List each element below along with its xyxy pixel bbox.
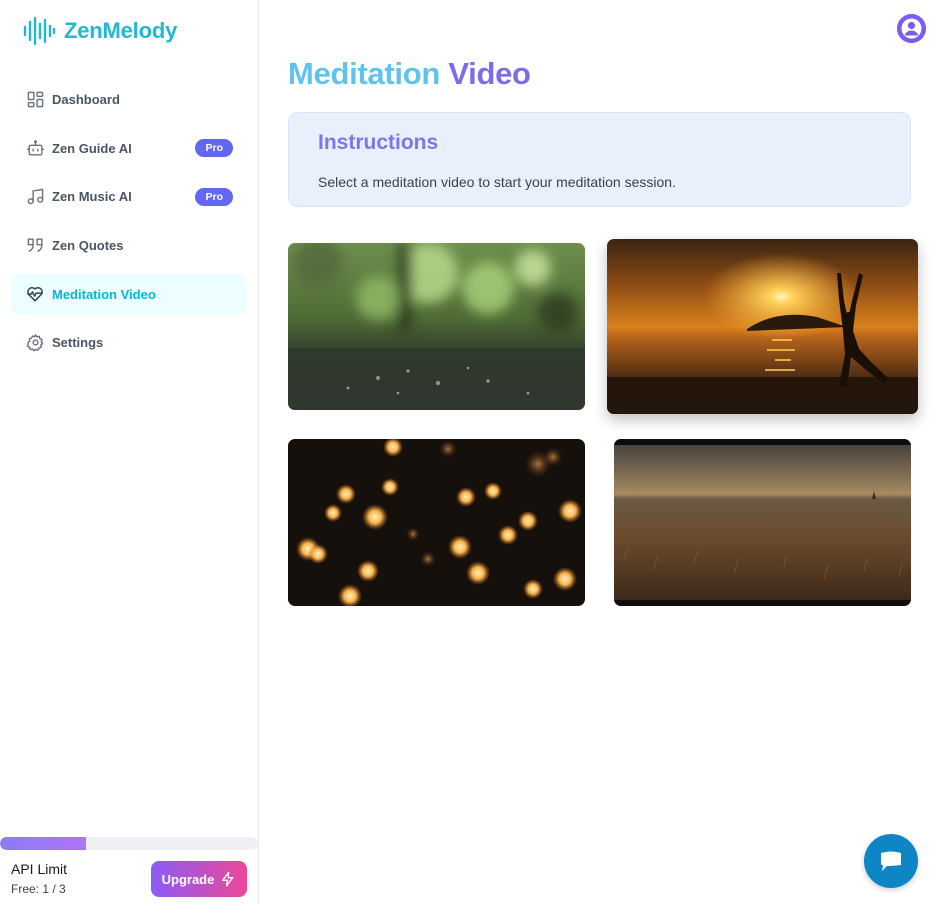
brand-name: ZenMelody — [64, 18, 178, 43]
soundwave-icon — [23, 16, 56, 46]
user-avatar-icon[interactable] — [897, 14, 926, 43]
sidebar-item-settings[interactable]: Settings — [11, 322, 247, 363]
sidebar-item-meditation-video[interactable]: Meditation Video — [11, 273, 247, 315]
sidebar-item-label: Dashboard — [52, 92, 120, 107]
pro-badge: Pro — [195, 139, 233, 158]
music-icon — [25, 187, 45, 207]
sidebar-item-zen-guide-ai[interactable]: Zen Guide AI Pro — [11, 128, 247, 169]
page-title-part1: Meditation — [288, 56, 440, 91]
sidebar-nav: Dashboard Zen Guide AI Pro Zen Music AI … — [11, 79, 247, 371]
page-title-part2: Video — [448, 56, 531, 91]
page-title: Meditation Video — [288, 56, 531, 92]
video-thumbnail-beach-sunset-yoga[interactable] — [607, 239, 918, 414]
api-limit-value: Free: 1 / 3 — [11, 882, 66, 896]
chat-icon — [881, 851, 901, 871]
sidebar-item-label: Zen Quotes — [52, 238, 124, 254]
gear-icon — [25, 333, 45, 353]
video-thumbnail-rain-forest[interactable] — [288, 243, 585, 410]
instructions-heading: Instructions — [318, 131, 439, 154]
sidebar-item-zen-quotes[interactable]: Zen Quotes — [11, 225, 247, 266]
sidebar-item-label: Meditation Video — [52, 286, 156, 302]
chat-button[interactable] — [864, 834, 918, 888]
lightning-icon — [222, 871, 234, 887]
sidebar-item-label: Zen Music AI — [52, 189, 132, 205]
quote-icon — [25, 236, 45, 256]
api-usage-fill — [0, 837, 86, 850]
brand-logo[interactable]: ZenMelody — [22, 16, 177, 46]
sidebar-item-dashboard[interactable]: Dashboard — [11, 79, 247, 120]
video-thumbnail-candle-bokeh[interactable] — [288, 439, 585, 606]
bot-icon — [25, 138, 45, 158]
sidebar-item-zen-music-ai[interactable]: Zen Music AI Pro — [11, 176, 247, 217]
instructions-panel: Instructions Select a meditation video t… — [288, 112, 911, 207]
sidebar: ZenMelody Dashboard Zen Guide AI Pro Zen… — [0, 0, 259, 904]
upgrade-label: Upgrade — [161, 871, 215, 887]
pro-badge: Pro — [195, 187, 233, 206]
video-thumbnail-field-dusk[interactable] — [614, 439, 911, 606]
api-limit-label: API Limit — [11, 861, 68, 877]
heart-pulse-icon — [25, 284, 45, 304]
upgrade-button[interactable]: Upgrade — [151, 861, 247, 897]
sidebar-item-label: Settings — [52, 335, 104, 351]
sidebar-item-label: Zen Guide AI — [52, 140, 132, 156]
api-usage-bar — [0, 837, 258, 850]
instructions-text: Select a meditation video to start your … — [318, 174, 676, 190]
grid-icon — [25, 90, 45, 110]
